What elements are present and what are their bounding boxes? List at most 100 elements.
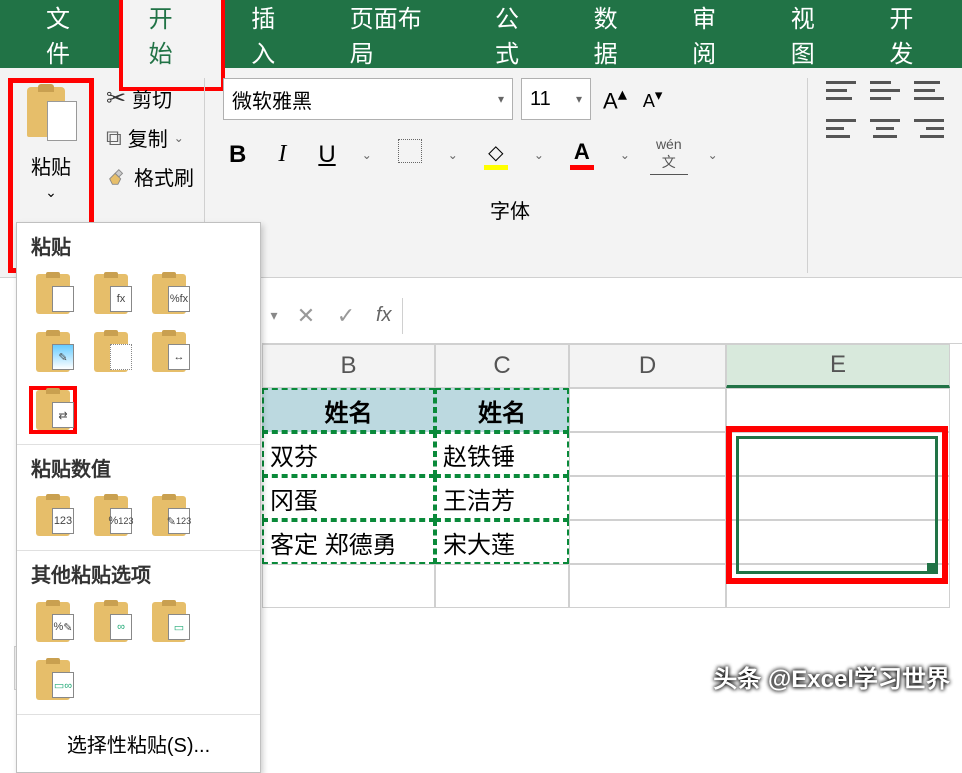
border-button[interactable]: [392, 137, 428, 172]
paste-option-values-source[interactable]: ✎123: [145, 492, 193, 540]
cell-b3[interactable]: 冈蛋: [262, 476, 435, 520]
tab-file[interactable]: 文件: [20, 0, 119, 87]
paste-option-values-number[interactable]: %123: [87, 492, 135, 540]
phonetic-guide-button[interactable]: wén 文: [650, 134, 688, 175]
fill-color-button[interactable]: ◇: [478, 138, 514, 172]
phonetic-dropdown-icon[interactable]: ⌄: [708, 148, 718, 162]
worksheet-grid[interactable]: B C D E 姓名 姓名 双芬 赵铁锤 冈蛋 王洁芳 客定 郑德勇 宋大莲: [262, 344, 962, 704]
cell-c1[interactable]: 姓名: [435, 388, 569, 432]
tab-view[interactable]: 视图: [765, 0, 864, 87]
alignment-group: [816, 78, 954, 273]
italic-button[interactable]: I: [272, 139, 292, 170]
tab-developer[interactable]: 开发: [863, 0, 962, 87]
cell-d4[interactable]: [569, 520, 726, 564]
column-headers: B C D E: [262, 344, 962, 388]
paste-option-keep-source[interactable]: ✎: [29, 328, 77, 376]
tab-page-layout[interactable]: 页面布局: [324, 0, 469, 87]
tab-review[interactable]: 审阅: [666, 0, 765, 87]
copy-dropdown-icon[interactable]: ⌄: [174, 131, 184, 145]
fill-dropdown-icon[interactable]: ⌄: [534, 148, 544, 162]
cell-c2[interactable]: 赵铁锤: [435, 432, 569, 476]
paste-option-no-borders[interactable]: [87, 328, 135, 376]
underline-button[interactable]: U: [312, 139, 341, 171]
bucket-icon: ◇: [488, 140, 503, 165]
paste-label: 粘贴: [31, 151, 71, 180]
fontcolor-dropdown-icon[interactable]: ⌄: [620, 148, 630, 162]
font-color-swatch: [570, 165, 594, 170]
align-bottom-button[interactable]: [914, 78, 944, 102]
col-header-b[interactable]: B: [262, 344, 435, 388]
ribbon-tabs: 文件 开始 插入 页面布局 公式 数据 审阅 视图 开发: [0, 0, 962, 68]
col-header-e[interactable]: E: [726, 344, 950, 388]
align-middle-button[interactable]: [870, 78, 900, 102]
increase-font-button[interactable]: A▴: [599, 79, 631, 118]
paste-option-picture[interactable]: ▭: [145, 598, 193, 646]
cell-d2[interactable]: [569, 432, 726, 476]
brush-icon: [106, 166, 128, 188]
paste-special-menu-item[interactable]: 选择性粘贴(S)...: [17, 714, 260, 772]
font-group-label: 字体: [223, 195, 797, 224]
font-name-value: 微软雅黑: [232, 85, 312, 114]
cell-b2[interactable]: 双芬: [262, 432, 435, 476]
paste-option-column-widths[interactable]: ↔: [145, 328, 193, 376]
cell-b4[interactable]: 客定 郑德勇: [262, 520, 435, 564]
cell-d3[interactable]: [569, 476, 726, 520]
name-box-dropdown[interactable]: ▾: [262, 307, 286, 324]
cancel-entry-button[interactable]: ✕: [286, 303, 326, 329]
formula-input[interactable]: [403, 288, 962, 343]
font-color-letter: A: [574, 139, 590, 165]
tab-insert[interactable]: 插入: [225, 0, 324, 87]
cell-d5[interactable]: [569, 564, 726, 608]
font-color-button[interactable]: A: [564, 137, 600, 172]
chevron-down-icon: ▾: [498, 92, 504, 106]
cell-b5[interactable]: [262, 564, 435, 608]
tab-data[interactable]: 数据: [568, 0, 667, 87]
cell-c3[interactable]: 王洁芳: [435, 476, 569, 520]
paste-option-formatting[interactable]: %✎: [29, 598, 77, 646]
cell-c5[interactable]: [435, 564, 569, 608]
cut-button[interactable]: ✂ 剪切: [106, 84, 194, 113]
align-center-button[interactable]: [870, 116, 900, 140]
font-size-select[interactable]: 11 ▾: [521, 78, 591, 120]
cell-d1[interactable]: [569, 388, 726, 432]
align-top-button[interactable]: [826, 78, 856, 102]
copy-label: 复制: [128, 123, 168, 152]
paste-option-values[interactable]: 123: [29, 492, 77, 540]
font-group: 微软雅黑 ▾ 11 ▾ A▴ A▾ B I U ⌄ ⌄ ◇ ⌄ A: [213, 78, 808, 273]
paste-option-normal[interactable]: [29, 270, 77, 318]
col-header-d[interactable]: D: [569, 344, 726, 388]
cut-label: 剪切: [132, 84, 172, 113]
paste-option-formulas-number[interactable]: %fx: [145, 270, 193, 318]
decrease-font-button[interactable]: A▾: [639, 82, 667, 116]
paste-option-formulas[interactable]: fx: [87, 270, 135, 318]
font-name-select[interactable]: 微软雅黑 ▾: [223, 78, 513, 120]
cell-b1[interactable]: 姓名: [262, 388, 435, 432]
paste-section-title: 粘贴: [17, 223, 260, 266]
paste-options-menu: 粘贴 fx %fx ✎ ↔ ⇄ 粘贴数值 123 %123 ✎123 其他粘贴选…: [16, 222, 261, 773]
formula-bar: ▾ ✕ ✓ fx: [262, 288, 962, 344]
paste-values-section-title: 粘贴数值: [17, 444, 260, 488]
cell-c4[interactable]: 宋大莲: [435, 520, 569, 564]
paste-option-transpose[interactable]: ⇄: [29, 386, 77, 434]
fill-color-swatch: [484, 165, 508, 170]
tab-formulas[interactable]: 公式: [469, 0, 568, 87]
bold-button[interactable]: B: [223, 139, 252, 171]
align-left-button[interactable]: [826, 116, 856, 140]
insert-function-button[interactable]: fx: [366, 304, 402, 327]
fill-handle[interactable]: [927, 563, 937, 573]
align-right-button[interactable]: [914, 116, 944, 140]
confirm-entry-button[interactable]: ✓: [326, 303, 366, 329]
format-painter-button[interactable]: 格式刷: [106, 162, 194, 191]
scissors-icon: ✂: [106, 84, 126, 113]
paste-option-link[interactable]: ∞: [87, 598, 135, 646]
border-dropdown-icon[interactable]: ⌄: [448, 148, 458, 162]
border-icon: [398, 139, 422, 163]
copy-button[interactable]: ⧉ 复制 ⌄: [106, 123, 194, 152]
paste-dropdown-arrow[interactable]: ⌄: [45, 184, 57, 201]
paste-icon: [27, 87, 75, 145]
underline-dropdown-icon[interactable]: ⌄: [362, 148, 372, 162]
col-header-c[interactable]: C: [435, 344, 569, 388]
font-size-value: 11: [530, 88, 551, 111]
format-painter-label: 格式刷: [134, 162, 194, 191]
paste-option-linked-picture[interactable]: ▭∞: [29, 656, 77, 704]
